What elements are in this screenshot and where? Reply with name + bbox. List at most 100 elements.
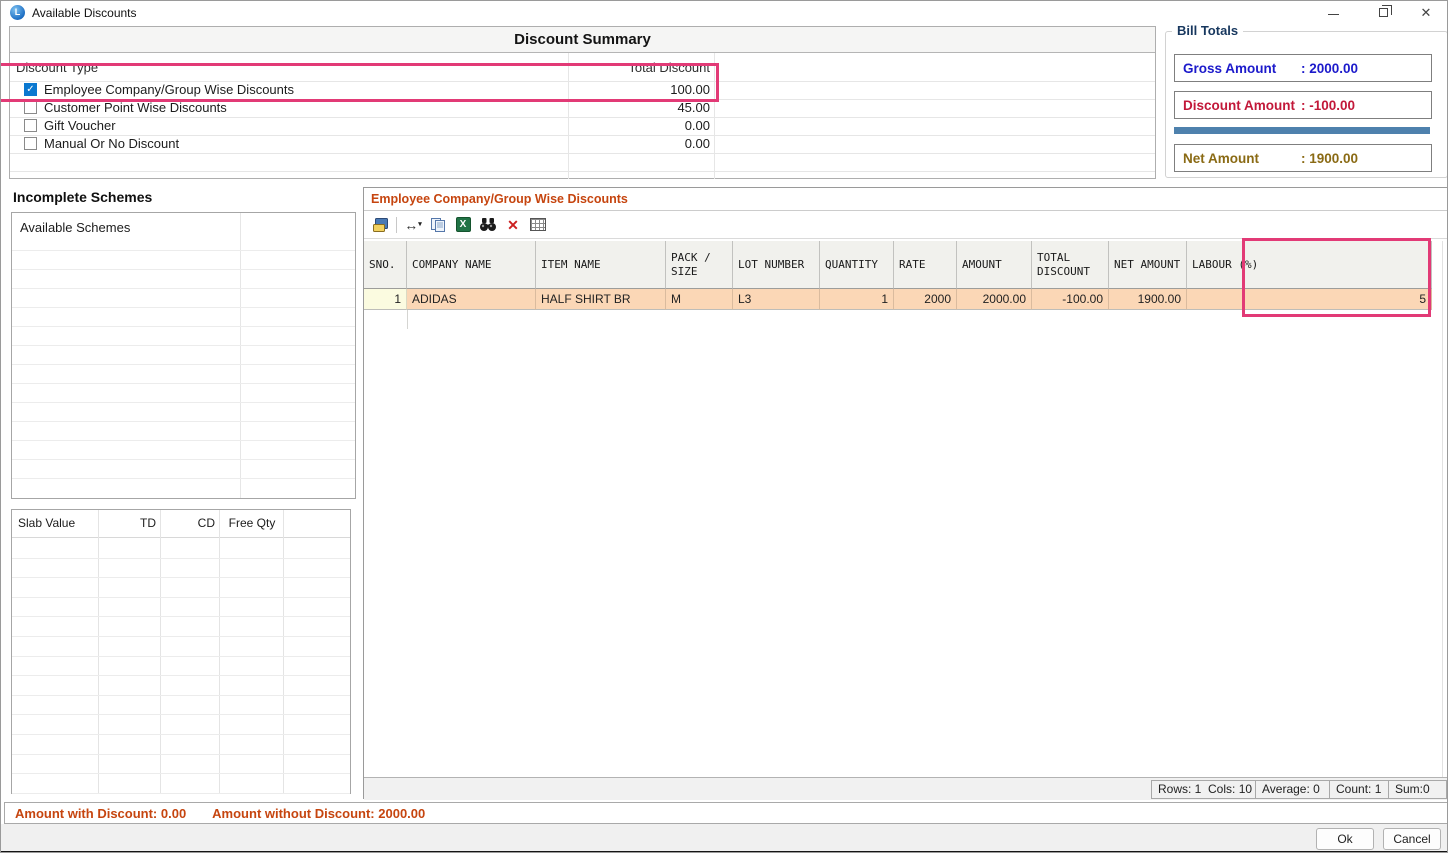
row-header-divider	[407, 310, 408, 329]
grid-column-header[interactable]: LABOUR (%)	[1187, 241, 1432, 289]
schemes-row-line	[12, 250, 355, 251]
amount-summary-strip: Amount with Discount: 0.00 Amount withou…	[4, 802, 1448, 824]
summary-column-divider	[714, 53, 715, 179]
status-sum: Sum:0	[1388, 780, 1447, 799]
discount-type-checkbox[interactable]	[24, 137, 37, 150]
grid-column-header[interactable]: COMPANY NAME	[407, 241, 536, 289]
slab-row-line	[12, 656, 350, 657]
discount-type-row[interactable]: ✓ Employee Company/Group Wise Discounts 10…	[10, 81, 1155, 99]
discount-summary-panel: Discount Summary Discount Type Total Dis…	[9, 26, 1156, 179]
grid-cell[interactable]: 5	[1187, 289, 1432, 310]
grid-column-header[interactable]: RATE	[894, 241, 957, 289]
slab-row-line	[12, 616, 350, 617]
total-discount-value: 100.00	[566, 82, 710, 97]
export-excel-icon[interactable]: X	[454, 215, 472, 235]
discount-type-row[interactable]: Gift Voucher 0.00	[10, 117, 1155, 135]
slab-row-line	[12, 793, 350, 794]
grid-cell[interactable]: -100.00	[1032, 289, 1109, 310]
schemes-row-line	[12, 478, 355, 479]
column-header-discount-type: Discount Type	[16, 59, 98, 77]
delete-icon[interactable]: ✕	[504, 215, 522, 235]
discount-amount-value: : -100.00	[1301, 98, 1355, 113]
grid-title: Employee Company/Group Wise Discounts	[364, 188, 1447, 211]
grid-lines-icon[interactable]	[529, 215, 547, 235]
available-discounts-window: L Available Discounts ✕ Discount Summary…	[0, 0, 1448, 853]
slab-row-line	[12, 597, 350, 598]
grid-column-header[interactable]: TOTAL DISCOUNT	[1032, 241, 1109, 289]
grid-data-row[interactable]: 1ADIDASHALF SHIRT BRML3120002000.00-100.…	[364, 289, 1432, 310]
grid-column-header[interactable]: AMOUNT	[957, 241, 1032, 289]
summary-row-line	[10, 99, 1155, 100]
slab-column-header: TD	[100, 516, 156, 530]
amount-with-discount: Amount with Discount: 0.00	[15, 806, 186, 821]
grid-toolbar: ↔▾ X ✕	[364, 211, 1447, 239]
discount-type-label: Employee Company/Group Wise Discounts	[44, 82, 294, 97]
discount-type-checkbox[interactable]: ✓	[24, 83, 37, 96]
discount-detail-grid-panel: Employee Company/Group Wise Discounts ↔▾…	[363, 187, 1448, 799]
discount-type-checkbox[interactable]	[24, 119, 37, 132]
restore-button[interactable]	[1368, 1, 1398, 25]
ok-button[interactable]: Ok	[1316, 828, 1374, 850]
slab-column-header: CD	[162, 516, 215, 530]
total-discount-value: 0.00	[566, 118, 710, 133]
grid-cell[interactable]: 1	[364, 289, 407, 310]
grid-column-header[interactable]: ITEM NAME	[536, 241, 666, 289]
fit-column-width-icon[interactable]: ↔▾	[404, 215, 422, 235]
total-discount-value: 0.00	[566, 136, 710, 151]
grid-column-header[interactable]: PACK / SIZE	[666, 241, 733, 289]
discount-summary-title: Discount Summary	[10, 27, 1155, 53]
available-schemes-header: Available Schemes	[20, 220, 130, 235]
discount-type-label: Gift Voucher	[44, 118, 116, 133]
minimize-button[interactable]	[1318, 1, 1348, 25]
find-icon[interactable]	[479, 215, 497, 235]
summary-row-line	[10, 81, 1155, 82]
schemes-row-line	[12, 440, 355, 441]
grid-cell[interactable]: 2000	[894, 289, 957, 310]
grid-column-header[interactable]: NET AMOUNT	[1109, 241, 1187, 289]
slab-column-divider	[219, 510, 220, 793]
amount-without-discount: Amount without Discount: 2000.00	[212, 806, 425, 821]
discount-type-row[interactable]: Manual Or No Discount0.00	[10, 135, 1155, 153]
grid-cell[interactable]: L3	[733, 289, 820, 310]
discount-type-row[interactable]: Customer Point Wise Discounts45.00	[10, 99, 1155, 117]
slab-row-line	[12, 695, 350, 696]
net-amount-label: Net Amount	[1183, 151, 1301, 166]
grid-column-header[interactable]: QUANTITY	[820, 241, 894, 289]
discount-type-checkbox[interactable]	[24, 101, 37, 114]
status-rows-cols: Rows: 1 Cols: 10	[1151, 780, 1256, 799]
gross-amount-value: : 2000.00	[1301, 61, 1358, 76]
separator-bar	[1174, 127, 1430, 134]
bill-totals-group: Bill Totals Gross Amount : 2000.00 Disco…	[1165, 31, 1448, 178]
available-schemes-panel: Available Schemes	[11, 212, 356, 499]
incomplete-schemes-heading: Incomplete Schemes	[13, 189, 152, 205]
grid-status-bar: Rows: 1 Cols: 10 Average: 0 Count: 1 Sum…	[364, 777, 1447, 800]
grid-column-header[interactable]: LOT NUMBER	[733, 241, 820, 289]
status-count: Count: 1	[1329, 780, 1389, 799]
grid-cell[interactable]: 1900.00	[1109, 289, 1187, 310]
schemes-row-line	[12, 288, 355, 289]
slab-row-line	[12, 675, 350, 676]
gross-amount-label: Gross Amount	[1183, 61, 1301, 76]
grid-cell[interactable]: HALF SHIRT BR	[536, 289, 666, 310]
grid-cell[interactable]: 2000.00	[957, 289, 1032, 310]
discount-type-label: Customer Point Wise Discounts	[44, 100, 227, 115]
card-view-icon[interactable]	[371, 215, 389, 235]
app-icon: L	[10, 5, 25, 20]
cancel-button[interactable]: Cancel	[1383, 828, 1441, 850]
status-average: Average: 0	[1255, 780, 1330, 799]
grid-cell[interactable]: ADIDAS	[407, 289, 536, 310]
grid-cell[interactable]: M	[666, 289, 733, 310]
summary-row-line	[10, 135, 1155, 136]
grid-cell[interactable]: 1	[820, 289, 894, 310]
summary-row-line	[10, 153, 1155, 154]
slab-row-line	[12, 577, 350, 578]
net-amount-value: : 1900.00	[1301, 151, 1358, 166]
slab-column-header: Slab Value	[18, 516, 98, 530]
close-button[interactable]: ✕	[1411, 1, 1441, 25]
schemes-row-line	[12, 269, 355, 270]
grid-column-header[interactable]: SNO.	[364, 241, 407, 289]
gross-amount-box: Gross Amount : 2000.00	[1174, 54, 1432, 82]
copy-icon[interactable]	[429, 215, 447, 235]
slab-column-divider	[160, 510, 161, 793]
bill-totals-title: Bill Totals	[1172, 23, 1243, 38]
